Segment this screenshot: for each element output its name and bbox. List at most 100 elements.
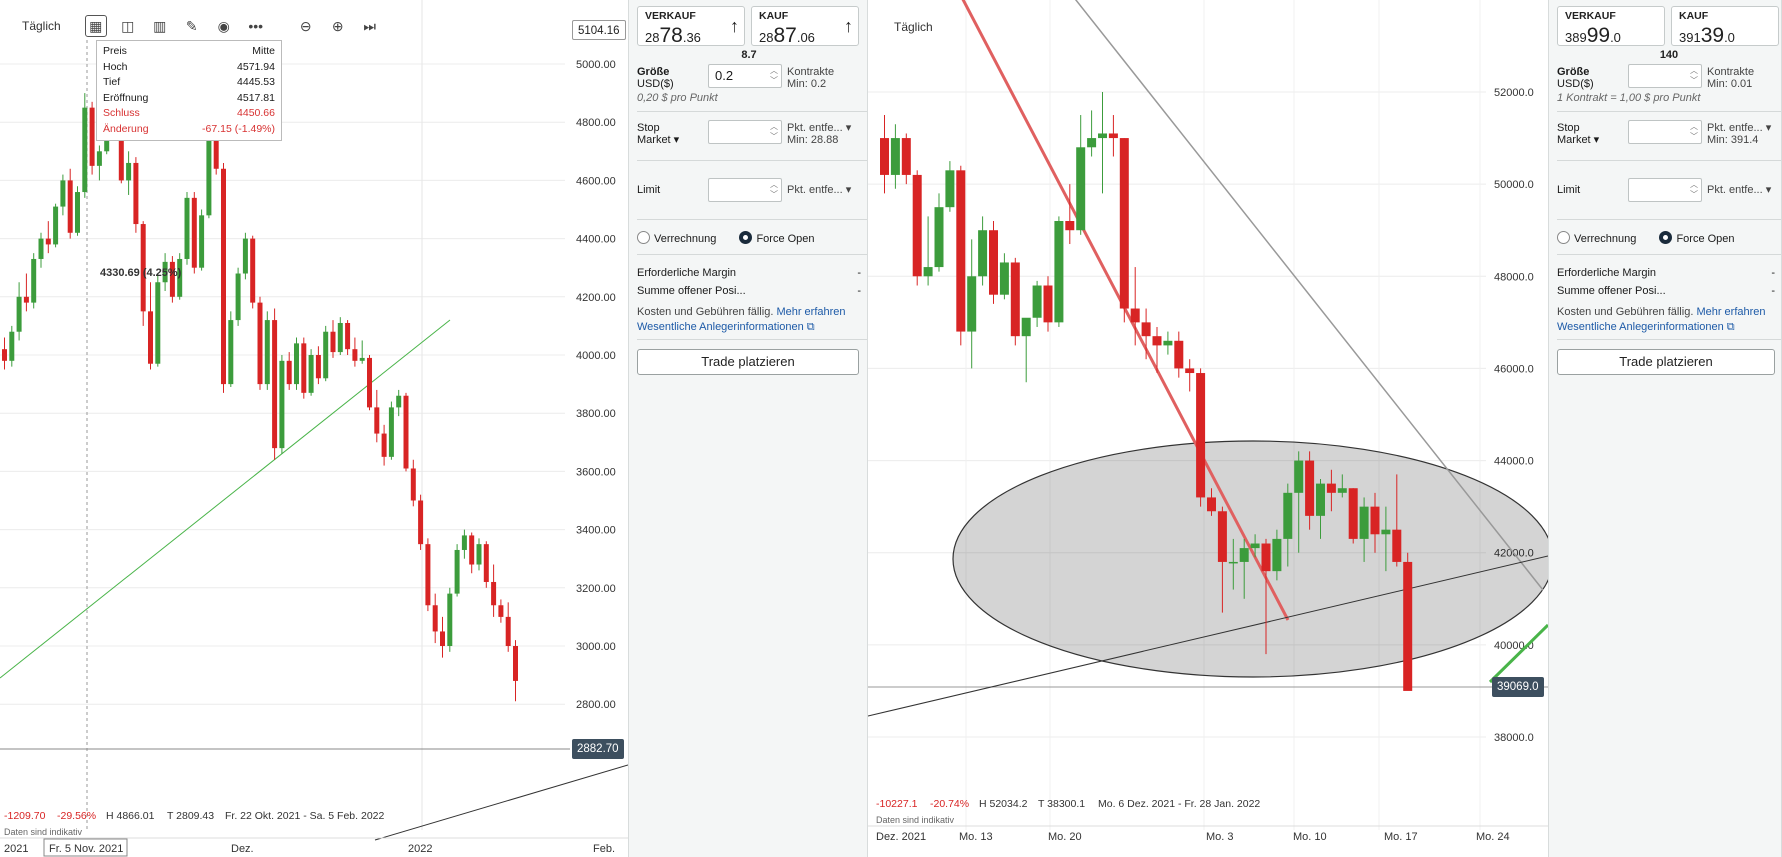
candle-body <box>1087 138 1097 148</box>
candle-body <box>60 180 66 207</box>
stepper-icon[interactable]: ︿ ﹀ <box>1690 122 1698 142</box>
y-tick-label: 48000.0 <box>1494 271 1534 283</box>
timeframe-selector[interactable]: Täglich <box>22 19 61 33</box>
candle-body <box>126 162 132 181</box>
more-info-link[interactable]: Mehr erfahren <box>1696 306 1765 318</box>
stepper-icon[interactable]: ︿ ﹀ <box>770 66 778 86</box>
y-tick-label: 46000.0 <box>1494 363 1534 375</box>
limit-input[interactable]: ︿ ﹀ <box>708 178 782 202</box>
radio-netting[interactable]: Verrechnung <box>637 231 716 245</box>
stop-unit-dropdown[interactable]: Pkt. entfe... ▾ <box>1707 122 1771 134</box>
stepper-icon[interactable]: ︿ ﹀ <box>770 122 778 142</box>
tooltip-change: Änderung -67.15 (-1.49%) <box>103 122 275 135</box>
sell-quote[interactable]: VERKAUF 38999.0 <box>1557 6 1665 47</box>
candle-body <box>191 197 197 268</box>
candle-body <box>476 544 482 565</box>
size-input[interactable]: 0.2 ︿ ﹀ <box>708 64 782 88</box>
kid-link[interactable]: Wesentliche Anlegerinformationen <box>637 321 804 333</box>
kid-row: Wesentliche Anlegerinformationen ⧉ <box>637 321 861 334</box>
eye-icon[interactable]: ◉ <box>213 15 235 37</box>
trendline <box>374 764 628 841</box>
stop-type-dropdown[interactable]: Market ▾ <box>637 134 679 146</box>
stat-high: H 52034.2 <box>979 798 1028 810</box>
right-chart-pane[interactable]: 52000.050000.048000.046000.044000.042000… <box>868 0 1548 857</box>
candle-body <box>498 605 504 617</box>
stepper-icon[interactable]: ︿ ﹀ <box>1690 66 1698 86</box>
more-info-link[interactable]: Mehr erfahren <box>776 306 845 318</box>
y-tick-label: 3200.00 <box>576 583 616 595</box>
radio-force-open[interactable]: Force Open <box>739 231 815 245</box>
jump-end-icon[interactable]: ⏭ <box>359 15 381 37</box>
tooltip-header: Preis Mitte <box>103 45 275 57</box>
candle-body <box>1261 543 1271 572</box>
candle-body <box>901 138 911 175</box>
buy-price: 2887.06 <box>759 24 815 47</box>
candle-body <box>89 107 95 166</box>
zoom-out-icon[interactable]: ⊖ <box>295 15 317 37</box>
buy-quote[interactable]: KAUF 39139.0 <box>1671 6 1779 47</box>
stop-input[interactable]: ︿ ﹀ <box>1628 120 1702 144</box>
candle-body <box>221 168 226 385</box>
candle-body <box>82 107 88 193</box>
candle-body <box>345 322 351 350</box>
candle-body <box>23 296 29 303</box>
radio-netting[interactable]: Verrechnung <box>1557 231 1636 245</box>
candle-body <box>989 230 998 295</box>
candle-body <box>272 320 278 449</box>
sell-price: 38999.0 <box>1565 24 1621 47</box>
stop-unit-dropdown[interactable]: Pkt. entfe... ▾ <box>787 122 851 134</box>
sell-quote[interactable]: VERKAUF 2878.36 ↑ <box>637 6 745 47</box>
candle-body <box>999 262 1009 295</box>
stat-high: H 4866.01 <box>106 810 155 822</box>
limit-unit-dropdown[interactable]: Pkt. entfe... ▾ <box>1707 184 1771 196</box>
limit-input[interactable]: ︿ ﹀ <box>1628 178 1702 202</box>
candle-body <box>410 468 416 501</box>
divider <box>1557 219 1781 220</box>
stop-type-dropdown[interactable]: Market ▾ <box>1557 134 1599 146</box>
candle-body <box>440 631 445 646</box>
candle-body <box>418 500 424 545</box>
candle-body <box>1337 488 1347 493</box>
buy-quote[interactable]: KAUF 2887.06 ↑ <box>751 6 859 47</box>
radio-force-open[interactable]: Force Open <box>1659 231 1735 245</box>
stop-input[interactable]: ︿ ﹀ <box>708 120 782 144</box>
calendar-icon[interactable]: ▦ <box>84 15 107 37</box>
top-price-label: 5104.16 <box>572 20 626 40</box>
candle-body <box>31 258 37 303</box>
timeframe-selector[interactable]: Täglich <box>894 20 933 34</box>
place-trade-button[interactable]: Trade platzieren <box>1557 349 1775 375</box>
divider <box>637 254 867 255</box>
kid-link[interactable]: Wesentliche Anlegerinformationen <box>1557 321 1724 333</box>
indicators-icon[interactable]: ▥ <box>149 15 171 37</box>
divider <box>637 339 867 340</box>
divider <box>637 160 867 161</box>
candle-body <box>978 230 988 277</box>
external-link-icon: ⧉ <box>806 321 815 333</box>
draw-pencil-icon[interactable]: ✎ <box>181 15 203 37</box>
candle-body <box>1108 133 1118 139</box>
x-tick-label: Feb. <box>593 843 615 855</box>
place-trade-button[interactable]: Trade platzieren <box>637 349 859 375</box>
limit-unit-dropdown[interactable]: Pkt. entfe... ▾ <box>787 184 851 196</box>
right-price-chart[interactable]: 52000.050000.048000.046000.044000.042000… <box>868 0 1548 857</box>
left-chart-pane[interactable]: 5000.00 4800.00 4600.00 4400.00 4200.00 4000.… <box>0 0 628 857</box>
size-input[interactable]: ︿ ﹀ <box>1628 64 1702 88</box>
left-price-chart[interactable]: 5000.00 4800.00 4600.00 4400.00 4200.00 4000.… <box>0 0 628 857</box>
candle-body <box>1403 561 1413 691</box>
candle-body <box>1043 285 1053 323</box>
candle-body <box>133 162 139 225</box>
candle-body <box>1196 373 1206 498</box>
candle-body <box>228 320 234 385</box>
candle-body <box>1326 483 1336 493</box>
more-icon[interactable]: ••• <box>245 15 267 37</box>
chart-type-icon[interactable]: ◫ <box>117 15 139 37</box>
candle-body <box>359 357 365 361</box>
stepper-icon[interactable]: ︿ ﹀ <box>770 180 778 200</box>
stat-range: Mo. 6 Dez. 2021 - Fr. 28 Jan. 2022 <box>1098 798 1260 810</box>
zoom-in-icon[interactable]: ⊕ <box>327 15 349 37</box>
stepper-icon[interactable]: ︿ ﹀ <box>1690 180 1698 200</box>
divider <box>1557 160 1781 161</box>
last-price-tag: 2882.70 <box>572 739 624 759</box>
candle-body <box>1185 368 1195 374</box>
candle-body <box>264 320 270 385</box>
